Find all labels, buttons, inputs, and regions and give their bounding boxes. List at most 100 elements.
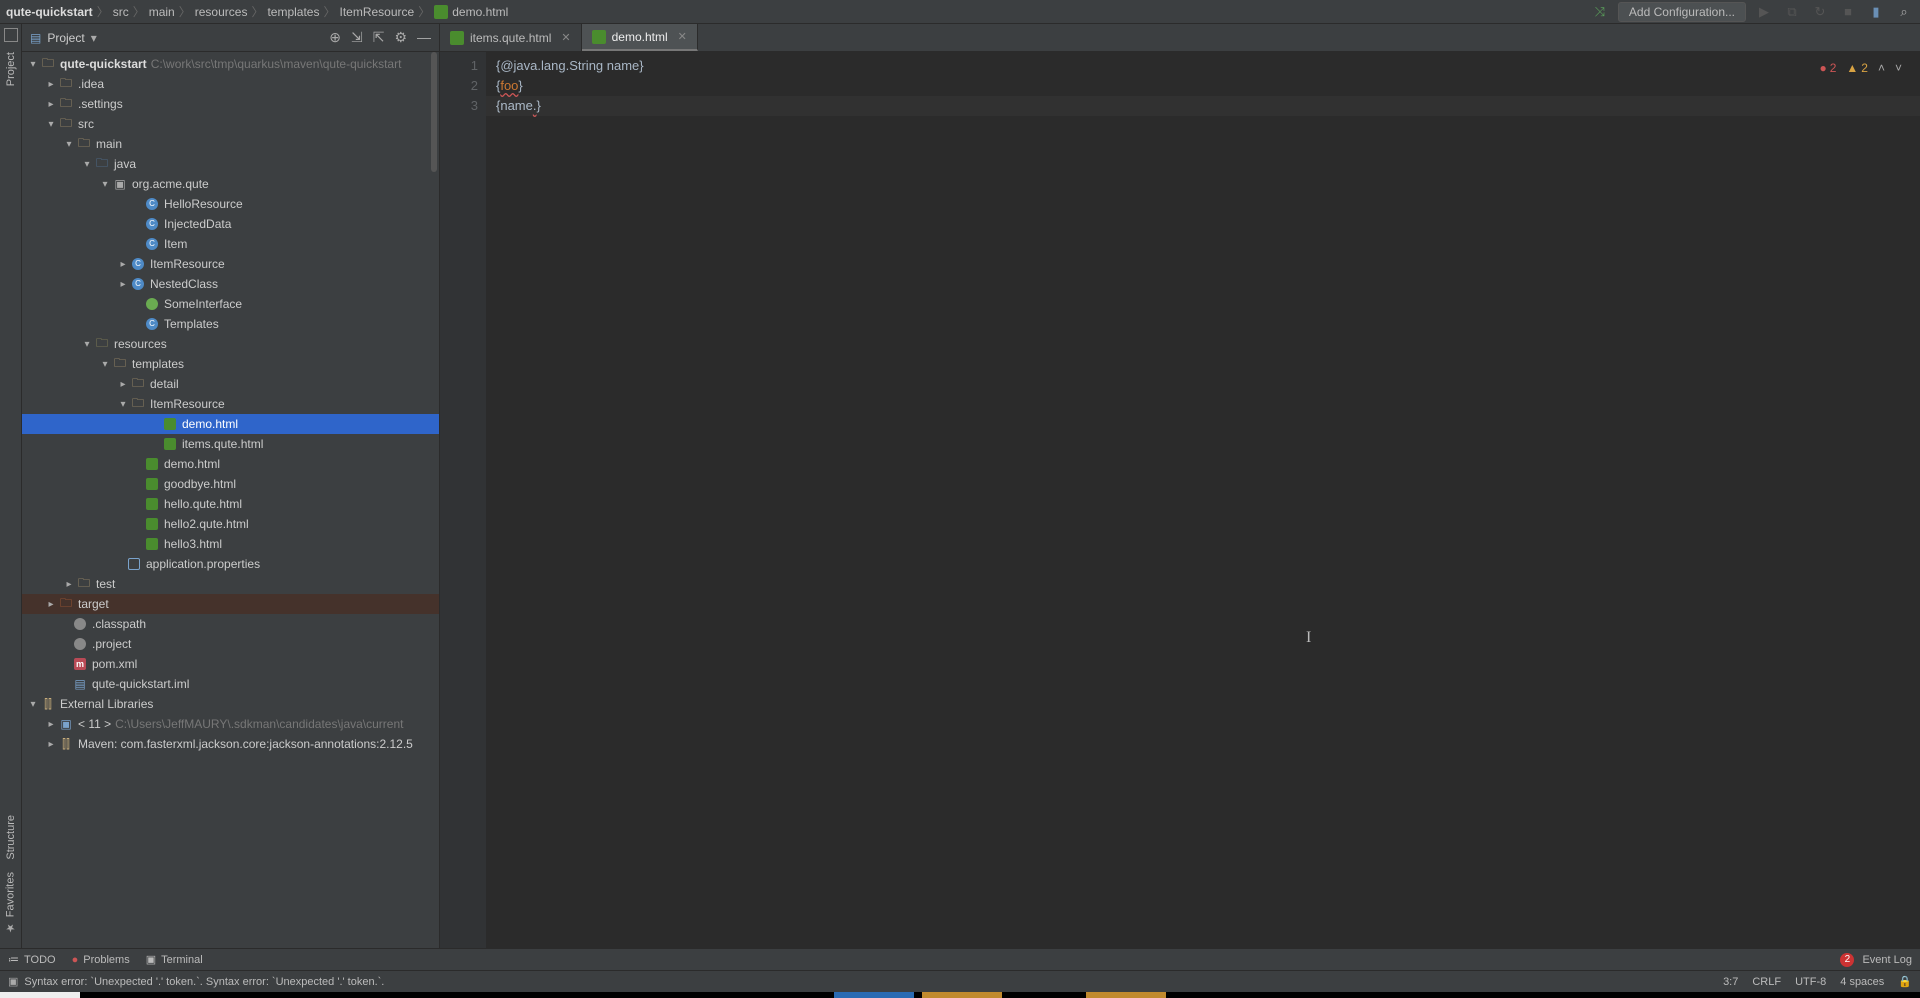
tree-node-package[interactable]: ▣ org.acme.qute xyxy=(22,174,439,194)
editor-tab-items-qute[interactable]: items.qute.html ✕ xyxy=(440,24,582,51)
breadcrumb-item[interactable]: resources xyxy=(195,5,248,19)
breadcrumb-item-file[interactable]: demo.html xyxy=(434,5,508,19)
event-log-button[interactable]: Event Log xyxy=(1862,954,1912,966)
tree-node-detail[interactable]: 🗀 detail xyxy=(22,374,439,394)
editor-inspection-indicator[interactable]: ●2 ▲2 ˄ ˅ xyxy=(1819,58,1902,78)
expand-toggle-icon[interactable] xyxy=(44,719,58,730)
tree-node-target[interactable]: 🗀 target xyxy=(22,594,439,614)
breadcrumb-item[interactable]: src xyxy=(113,5,129,19)
tree-node-root[interactable]: 🗀 qute-quickstart C:\work\src\tmp\quarku… xyxy=(22,54,439,74)
expand-toggle-icon[interactable] xyxy=(116,259,130,270)
expand-toggle-icon[interactable] xyxy=(98,179,112,190)
debug-icon[interactable]: ⧉ xyxy=(1782,4,1802,20)
status-icon[interactable]: ▣ xyxy=(8,975,18,988)
tree-node-tpl-demo[interactable]: demo.html xyxy=(22,454,439,474)
vcs-icon[interactable]: ▮ xyxy=(1866,4,1886,20)
editor-code[interactable]: ●2 ▲2 ˄ ˅ {@java.lang.String name} {foo}… xyxy=(486,52,1920,948)
tree-node-classpath[interactable]: .classpath xyxy=(22,614,439,634)
tree-node-maven-lib[interactable]: ⫿⫿ Maven: com.fasterxml.jackson.core:jac… xyxy=(22,734,439,754)
status-line-ending[interactable]: CRLF xyxy=(1752,976,1781,988)
breadcrumb-item-root[interactable]: qute-quickstart xyxy=(6,5,93,19)
tree-node-tpl-goodbye[interactable]: goodbye.html xyxy=(22,474,439,494)
side-tab-structure[interactable]: Structure xyxy=(3,809,19,866)
tree-node-class-hello[interactable]: C HelloResource xyxy=(22,194,439,214)
tree-node-app-props[interactable]: application.properties xyxy=(22,554,439,574)
tree-node-pom[interactable]: m pom.xml xyxy=(22,654,439,674)
warning-indicator[interactable]: ▲2 xyxy=(1846,58,1868,78)
breadcrumb-item[interactable]: ItemResource xyxy=(340,5,415,19)
editor-body[interactable]: 1 2 3 ●2 ▲2 ˄ ˅ {@java.lang.String name}… xyxy=(440,52,1920,948)
tree-node-class-nested[interactable]: C NestedClass xyxy=(22,274,439,294)
tree-node-resources[interactable]: 🗀 resources xyxy=(22,334,439,354)
breadcrumb-item[interactable]: templates xyxy=(267,5,319,19)
run-icon[interactable]: ▶ xyxy=(1754,4,1774,20)
close-tab-icon[interactable]: ✕ xyxy=(561,31,570,44)
tree-node-external-libs[interactable]: ⫿⫿ External Libraries xyxy=(22,694,439,714)
breadcrumb-item[interactable]: main xyxy=(149,5,175,19)
tree-node-demo-html[interactable]: demo.html xyxy=(22,414,439,434)
expand-toggle-icon[interactable] xyxy=(116,279,130,290)
tree-node-project-file[interactable]: .project xyxy=(22,634,439,654)
problems-tool-button[interactable]: ● Problems xyxy=(72,954,130,966)
tree-node-tpl-hello-qute[interactable]: hello.qute.html xyxy=(22,494,439,514)
tree-node-items-qute[interactable]: items.qute.html xyxy=(22,434,439,454)
tree-node-tpl-hello3[interactable]: hello3.html xyxy=(22,534,439,554)
side-tab-favorites[interactable]: ★Favorites xyxy=(2,866,19,940)
build-icon[interactable]: ⤨ xyxy=(1590,4,1610,20)
lock-icon[interactable]: 🔒 xyxy=(1898,975,1912,988)
tree-node-iml[interactable]: ▤ qute-quickstart.iml xyxy=(22,674,439,694)
coverage-icon[interactable]: ↻ xyxy=(1810,4,1830,20)
stop-icon[interactable]: ■ xyxy=(1838,4,1858,19)
tree-node-src[interactable]: 🗀 src xyxy=(22,114,439,134)
tree-node-interface-some[interactable]: SomeInterface xyxy=(22,294,439,314)
settings-icon[interactable]: ⚙ xyxy=(394,29,407,46)
tree-node-class-templates[interactable]: C Templates xyxy=(22,314,439,334)
collapse-all-icon[interactable]: ⇱ xyxy=(373,29,385,46)
project-tree[interactable]: 🗀 qute-quickstart C:\work\src\tmp\quarku… xyxy=(22,52,439,948)
hide-icon[interactable]: — xyxy=(417,29,431,46)
error-indicator[interactable]: ●2 xyxy=(1819,58,1836,78)
expand-toggle-icon[interactable] xyxy=(80,339,94,350)
expand-toggle-icon[interactable] xyxy=(80,159,94,170)
side-tab-project[interactable]: Project xyxy=(3,46,19,92)
expand-toggle-icon[interactable] xyxy=(44,599,58,610)
editor-tab-demo[interactable]: demo.html ✕ xyxy=(582,24,698,51)
expand-all-icon[interactable]: ⇲ xyxy=(351,29,363,46)
tree-node-class-item[interactable]: C Item xyxy=(22,234,439,254)
expand-toggle-icon[interactable] xyxy=(44,99,58,110)
status-encoding[interactable]: UTF-8 xyxy=(1795,976,1826,988)
search-icon[interactable]: ⌕ xyxy=(1894,4,1914,20)
tree-node-main[interactable]: 🗀 main xyxy=(22,134,439,154)
prev-highlight-icon[interactable]: ˄ xyxy=(1878,58,1885,78)
tree-node-templates[interactable]: 🗀 templates xyxy=(22,354,439,374)
tree-node-java[interactable]: 🗀 java xyxy=(22,154,439,174)
tree-node-tpl-hello2[interactable]: hello2.qute.html xyxy=(22,514,439,534)
tree-node-itemresource-folder[interactable]: 🗀 ItemResource xyxy=(22,394,439,414)
expand-toggle-icon[interactable] xyxy=(62,139,76,150)
expand-toggle-icon[interactable] xyxy=(44,739,58,750)
project-panel-title[interactable]: ▤ Project ▾ xyxy=(30,31,97,45)
expand-toggle-icon[interactable] xyxy=(44,79,58,90)
expand-toggle-icon[interactable] xyxy=(44,119,58,130)
expand-toggle-icon[interactable] xyxy=(116,399,130,410)
status-indent[interactable]: 4 spaces xyxy=(1840,976,1884,988)
tree-node-class-itemresource[interactable]: C ItemResource xyxy=(22,254,439,274)
tree-node-class-injected[interactable]: C InjectedData xyxy=(22,214,439,234)
project-tool-icon[interactable] xyxy=(4,28,18,42)
status-cursor[interactable]: 3:7 xyxy=(1723,976,1738,988)
tree-node-idea[interactable]: 🗀 .idea xyxy=(22,74,439,94)
expand-toggle-icon[interactable] xyxy=(26,699,40,710)
tree-node-test[interactable]: 🗀 test xyxy=(22,574,439,594)
expand-toggle-icon[interactable] xyxy=(98,359,112,370)
select-opened-file-icon[interactable]: ⊕ xyxy=(329,29,341,46)
expand-toggle-icon[interactable] xyxy=(26,59,40,70)
next-highlight-icon[interactable]: ˅ xyxy=(1895,58,1902,78)
expand-toggle-icon[interactable] xyxy=(116,379,130,390)
tree-scrollbar-thumb[interactable] xyxy=(431,52,437,172)
tree-node-jdk[interactable]: ▣ < 11 > C:\Users\JeffMAURY\.sdkman\cand… xyxy=(22,714,439,734)
add-configuration-button[interactable]: Add Configuration... xyxy=(1618,2,1746,22)
expand-toggle-icon[interactable] xyxy=(62,579,76,590)
close-tab-icon[interactable]: ✕ xyxy=(678,30,687,43)
todo-tool-button[interactable]: ≔ TODO xyxy=(8,953,56,966)
terminal-tool-button[interactable]: ▣ Terminal xyxy=(146,953,203,966)
